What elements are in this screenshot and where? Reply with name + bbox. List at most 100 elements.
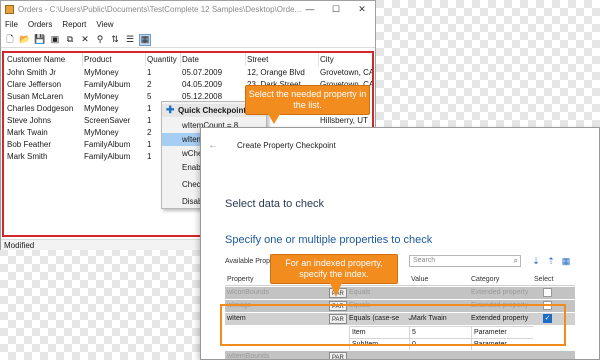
category: Extended property <box>471 302 529 309</box>
cell-quantity: 2 <box>147 80 152 89</box>
maximize-button[interactable]: ☐ <box>323 1 349 17</box>
param-category: Parameter <box>471 326 533 338</box>
back-arrow-icon[interactable]: ← <box>208 140 218 151</box>
dialog-subheading: Specify one or multiple properties to ch… <box>225 234 433 246</box>
search-icon: ⌕ <box>513 256 518 265</box>
new-file-icon[interactable]: 🗋 <box>4 34 16 46</box>
cell-product: ScreenSaver <box>84 116 131 125</box>
find-icon[interactable]: ⚲ <box>94 34 106 46</box>
menu-file[interactable]: File <box>5 20 18 29</box>
par-button[interactable]: PAR <box>329 301 347 311</box>
category: Extended property <box>471 315 529 322</box>
par-button[interactable]: PAR <box>329 314 347 324</box>
menu-report[interactable]: Report <box>62 20 86 29</box>
cell-product: MyMoney <box>84 104 119 113</box>
dialog-titlebar: ← Create Property Checkpoint <box>201 128 599 162</box>
window-controls: — ☐ ✕ <box>297 1 375 17</box>
cell-customer-name: John Smith Jr <box>7 68 56 77</box>
search-placeholder: Search <box>413 257 436 264</box>
cell-product: MyMoney <box>84 92 119 101</box>
checkpoint-dialog: ← Create Property Checkpoint Select data… <box>200 127 600 360</box>
category: Extended property <box>471 289 529 296</box>
cell-customer-name: Steve Johns <box>7 116 52 125</box>
save-icon[interactable]: 💾 <box>34 34 46 46</box>
col-category[interactable]: Category <box>471 274 499 286</box>
properties-icon[interactable]: ▣ <box>49 34 61 46</box>
cell-street: 12, Orange Blvd <box>247 68 305 77</box>
condition-dropdown[interactable]: Equals (case-se <box>349 313 407 325</box>
select-checkbox[interactable] <box>543 288 552 297</box>
condition[interactable]: Equals <box>349 300 407 312</box>
table-row[interactable]: wItemBounds PAR <box>225 351 575 360</box>
quick-checkpoints-label: Quick Checkpoints <box>178 106 251 115</box>
cell-customer-name: Susan McLaren <box>7 92 64 101</box>
callout-indexed-property: For an indexed property, specify the ind… <box>270 254 398 284</box>
par-button[interactable]: PAR <box>329 352 347 359</box>
sort-desc-icon[interactable]: ⇣ <box>531 256 541 266</box>
cell-quantity: 1 <box>147 68 152 77</box>
cell-customer-name: Mark Smith <box>7 152 48 161</box>
param-name: Item <box>349 326 409 338</box>
cell-product: FamilyAlbum <box>84 152 131 161</box>
menu-orders[interactable]: Orders <box>28 20 52 29</box>
callout-tail <box>268 114 280 124</box>
param-row[interactable]: Item 5 Parameter <box>225 326 575 338</box>
select-checkbox-checked[interactable]: ✓ <box>543 314 552 323</box>
search-input[interactable]: Search ⌕ <box>409 255 521 267</box>
table-row-selected[interactable]: wItem PAR Equals (case-se ⌄ Mark Twain E… <box>225 313 575 325</box>
plus-icon: ✚ <box>166 105 175 116</box>
dialog-title: Create Property Checkpoint <box>237 141 336 150</box>
param-row[interactable]: SubItem 0 Parameter <box>225 338 575 350</box>
table-row[interactable]: John Smith Jr MyMoney 1 05.07.2009 12, Orang… <box>4 67 372 79</box>
table-row[interactable]: wIconBounds PAR Equals Extended property <box>225 287 575 299</box>
col-product[interactable]: Product <box>84 53 146 66</box>
cell-city: Hillsberry, UT <box>320 116 368 125</box>
cell-product: FamilyAlbum <box>84 140 131 149</box>
select-checkbox[interactable] <box>543 301 552 310</box>
cell-customer-name: Charles Dodgeson <box>7 104 74 113</box>
col-property[interactable]: Property <box>227 274 253 286</box>
orders-titlebar[interactable]: Orders - C:\Users\Public\Documents\TestC… <box>1 1 375 17</box>
col-street[interactable]: Street <box>247 53 319 66</box>
param-value[interactable]: 5 <box>409 326 471 338</box>
cell-date: 04.05.2009 <box>182 80 223 89</box>
param-category: Parameter <box>471 338 533 350</box>
dialog-heading: Select data to check <box>225 198 325 210</box>
list-view-icon[interactable]: ☰ <box>124 34 136 46</box>
col-value[interactable]: Value <box>411 274 428 286</box>
property-value[interactable]: Mark Twain <box>411 313 469 325</box>
cell-customer-name: Bob Feather <box>7 140 52 149</box>
col-quantity[interactable]: Quantity <box>147 53 181 66</box>
copy-icon[interactable]: ⧉ <box>64 34 76 46</box>
toolbar: 🗋 📂 💾 ▣ ⧉ ✕ ⚲ ⇅ ☰ ▦ <box>1 32 375 48</box>
col-date[interactable]: Date <box>182 53 246 66</box>
app-icon <box>5 4 14 14</box>
grid-header: Customer Name Product Quantity Date Stre… <box>4 53 372 66</box>
condition[interactable]: Equals <box>349 287 407 299</box>
col-select[interactable]: Select <box>534 274 553 286</box>
param-value[interactable]: 0 <box>409 338 471 350</box>
callout-tail <box>330 283 342 297</box>
menu-view[interactable]: View <box>96 20 113 29</box>
property-name: wIconBounds <box>227 289 270 296</box>
cell-product: MyMoney <box>84 128 119 137</box>
col-city[interactable]: City <box>320 53 372 66</box>
delete-icon[interactable]: ✕ <box>79 34 91 46</box>
grid-view-icon[interactable]: ▦ <box>139 33 151 46</box>
sort-icon[interactable]: ⇅ <box>109 34 121 46</box>
callout-select-property: Select the needed property in the list. <box>245 85 370 115</box>
cell-city: Grovetown, CA <box>320 68 374 77</box>
close-button[interactable]: ✕ <box>349 1 375 17</box>
menu-bar: File Orders Report View <box>1 18 375 31</box>
sort-asc-icon[interactable]: ⇡ <box>546 256 556 266</box>
window-title: Orders - C:\Users\Public\Documents\TestC… <box>18 4 302 14</box>
minimize-button[interactable]: — <box>297 1 323 17</box>
grid-view-icon[interactable]: ▦ <box>561 256 571 266</box>
open-folder-icon[interactable]: 📂 <box>19 34 31 46</box>
property-name: wImage <box>227 302 252 309</box>
property-name: wItem <box>227 315 246 322</box>
table-row[interactable]: wImage PAR Equals Extended property <box>225 300 575 312</box>
cell-product: MyMoney <box>84 68 119 77</box>
property-name: wItemBounds <box>227 353 270 360</box>
col-customer-name[interactable]: Customer Name <box>7 53 83 66</box>
